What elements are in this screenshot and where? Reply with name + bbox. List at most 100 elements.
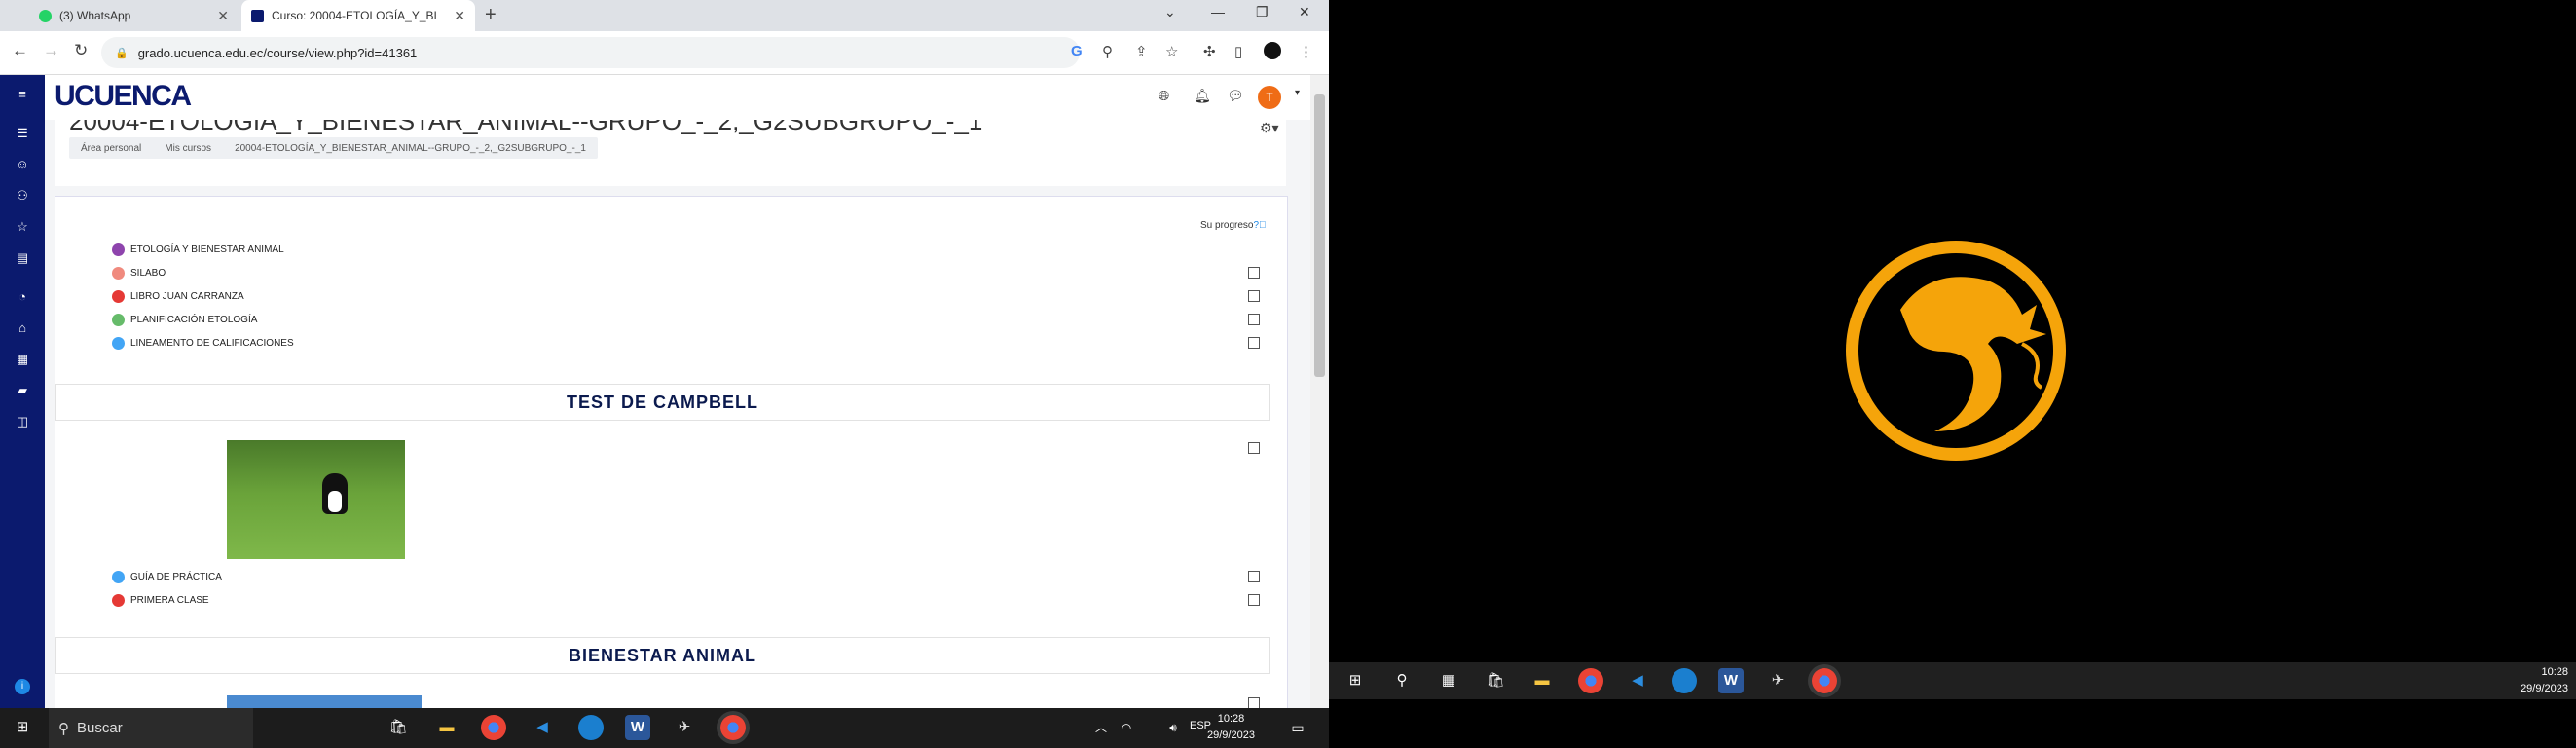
windows-start-icon[interactable]: ⊞ <box>1343 668 1368 693</box>
home-icon[interactable]: ⌂ <box>13 320 32 335</box>
file-icon <box>112 267 125 280</box>
courses-icon[interactable]: ▰ <box>13 383 32 398</box>
reload-icon[interactable]: ↻ <box>74 41 88 60</box>
tab-search-icon[interactable]: ⌄ <box>1164 4 1176 20</box>
grades-icon[interactable]: ▤ <box>13 250 32 266</box>
wifi-icon[interactable]: ◠ <box>1114 715 1139 740</box>
messages-icon[interactable]: 💬︎ <box>1227 88 1244 104</box>
word-icon[interactable]: W <box>1718 668 1744 693</box>
activity-primera-clase[interactable]: PRIMERA CLASE <box>112 594 209 607</box>
side-panel-icon[interactable]: ▯ <box>1234 43 1242 60</box>
task-view-icon[interactable]: ▦ <box>1436 668 1461 693</box>
activity-lineamento[interactable]: LINEAMENTO DE CALIFICACIONES <box>112 337 294 350</box>
chevron-down-icon[interactable]: ▾ <box>1295 88 1300 98</box>
volume-icon[interactable]: 🔊︎ <box>1160 715 1186 740</box>
tab-whatsapp[interactable]: (3) WhatsApp ✕ <box>29 0 239 31</box>
moodle-header: UCUENCA 🌐︎ 🔔︎ 💬︎ T ▾ <box>45 75 1310 120</box>
star-icon[interactable]: ☆ <box>13 219 32 235</box>
chevron-up-icon[interactable]: ︿ <box>1088 715 1114 740</box>
content-bank-icon[interactable]: ◫ <box>13 414 32 430</box>
list-icon[interactable]: ☰ <box>13 126 32 141</box>
activity-silabo[interactable]: SILABO <box>112 267 166 280</box>
back-icon[interactable]: ← <box>12 41 28 60</box>
google-icon[interactable]: G <box>1071 43 1083 59</box>
menu-icon[interactable]: ⋮ <box>1299 43 1313 60</box>
windows-start-icon[interactable]: ⊞ <box>10 715 35 740</box>
breadcrumb-my-courses[interactable]: Mis cursos <box>153 143 223 154</box>
notifications-icon[interactable]: 🔔︎ <box>1194 88 1211 104</box>
clock[interactable]: 10:28 29/9/2023 <box>1207 711 1255 744</box>
word-icon[interactable]: W <box>625 715 650 740</box>
language-icon[interactable]: 🌐︎ <box>1159 88 1169 104</box>
avatar[interactable]: T <box>1258 86 1281 109</box>
tab-label: Curso: 20004-ETOLOGÍA_Y_BIEN <box>272 9 437 22</box>
second-monitor: ⊞ ⚲ ▦ 🛍︎ ▬ ◀ W ✈ 10:28 29/9/2023 <box>1329 0 2576 748</box>
participants-icon[interactable]: ☺ <box>13 157 32 171</box>
minimize-button[interactable]: — <box>1211 4 1225 19</box>
breadcrumb-home[interactable]: Área personal <box>69 143 153 154</box>
chrome-icon[interactable] <box>1578 668 1603 693</box>
completion-checkbox[interactable] <box>1248 594 1260 606</box>
completion-checkbox[interactable] <box>1248 571 1260 582</box>
forward-icon[interactable]: → <box>43 41 59 60</box>
extensions-icon[interactable]: ✣ <box>1203 43 1216 60</box>
chrome-active-icon[interactable] <box>1812 668 1837 693</box>
activity-etologia[interactable]: ETOLOGÍA Y BIENESTAR ANIMAL <box>112 243 284 256</box>
profile-icon[interactable] <box>1264 42 1281 59</box>
bookmark-star-icon[interactable]: ☆ <box>1165 43 1178 60</box>
tab-course[interactable]: Curso: 20004-ETOLOGÍA_Y_BIEN ✕ <box>241 0 475 31</box>
settings-gear-icon[interactable]: ⚙▾ <box>1260 120 1279 136</box>
breadcrumb-course[interactable]: 20004-ETOLOGÍA_Y_BIENESTAR_ANIMAL--GRUPO… <box>223 143 598 154</box>
store-icon[interactable]: 🛍︎ <box>386 715 411 740</box>
info-icon[interactable]: i <box>15 679 30 694</box>
activity-libro[interactable]: LIBRO JUAN CARRANZA <box>112 290 244 303</box>
puppy-image <box>227 440 405 559</box>
vscode-icon[interactable]: ◀ <box>530 715 555 740</box>
share-icon[interactable]: ⇪ <box>1135 43 1148 60</box>
store-icon[interactable]: 🛍︎ <box>1483 668 1508 693</box>
url-text: grado.ucuenca.edu.ec/course/view.php?id=… <box>137 45 418 60</box>
browser-toolbar: ← → ↻ 🔒 grado.ucuenca.edu.ec/course/view… <box>0 31 1329 75</box>
folder-icon[interactable]: ▬ <box>434 715 460 740</box>
maximize-button[interactable]: ❐ <box>1256 4 1269 20</box>
calendar-icon[interactable]: ▦ <box>13 352 32 367</box>
notifications-icon[interactable]: ▭ <box>1285 715 1310 740</box>
edge-icon[interactable] <box>578 715 604 740</box>
activity-guia[interactable]: GUÍA DE PRÁCTICA <box>112 571 222 583</box>
completion-checkbox[interactable] <box>1248 337 1260 349</box>
vscode-icon[interactable]: ◀ <box>1625 668 1650 693</box>
completion-checkbox[interactable] <box>1248 267 1260 279</box>
pdf-icon <box>112 594 125 607</box>
zoom-icon[interactable]: ⚲ <box>1102 43 1113 60</box>
hamburger-icon[interactable]: ≡ <box>13 87 32 101</box>
dashboard-icon[interactable]: ◔ <box>13 289 32 304</box>
edge-icon[interactable] <box>1672 668 1697 693</box>
chrome-active-icon[interactable] <box>720 715 746 740</box>
new-tab-button[interactable]: + <box>485 4 497 26</box>
app-icon[interactable]: ✈ <box>1765 668 1790 693</box>
completion-checkbox[interactable] <box>1248 442 1260 454</box>
help-icon[interactable]: ?⃝ <box>1253 220 1266 231</box>
forum-icon <box>112 243 125 256</box>
completion-checkbox[interactable] <box>1248 290 1260 302</box>
section-heading[interactable]: TEST DE CAMPBELL <box>55 384 1270 421</box>
window-close-button[interactable]: ✕ <box>1299 4 1310 20</box>
section-heading[interactable]: BIENESTAR ANIMAL <box>55 637 1270 674</box>
ucuenca-logo[interactable]: UCUENCA <box>55 80 192 113</box>
app-icon[interactable]: ✈ <box>672 715 697 740</box>
activity-planificacion[interactable]: PLANIFICACIÓN ETOLOGÍA <box>112 314 257 326</box>
close-icon[interactable]: ✕ <box>454 8 465 24</box>
scrollbar[interactable] <box>1310 75 1329 708</box>
completion-checkbox[interactable] <box>1248 697 1260 708</box>
close-icon[interactable]: ✕ <box>217 8 229 24</box>
scrollbar-thumb[interactable] <box>1314 94 1325 377</box>
search-icon[interactable]: ⚲ <box>1389 668 1415 693</box>
chrome-icon[interactable] <box>481 715 506 740</box>
address-bar[interactable]: 🔒 grado.ucuenca.edu.ec/course/view.php?i… <box>101 37 1080 68</box>
clock[interactable]: 10:28 29/9/2023 <box>2521 664 2568 697</box>
search-box[interactable]: ⚲ Buscar <box>49 708 253 748</box>
tab-label: (3) WhatsApp <box>59 9 131 22</box>
completion-checkbox[interactable] <box>1248 314 1260 325</box>
folder-icon[interactable]: ▬ <box>1529 668 1555 693</box>
badge-icon[interactable]: ⚇ <box>13 188 32 204</box>
